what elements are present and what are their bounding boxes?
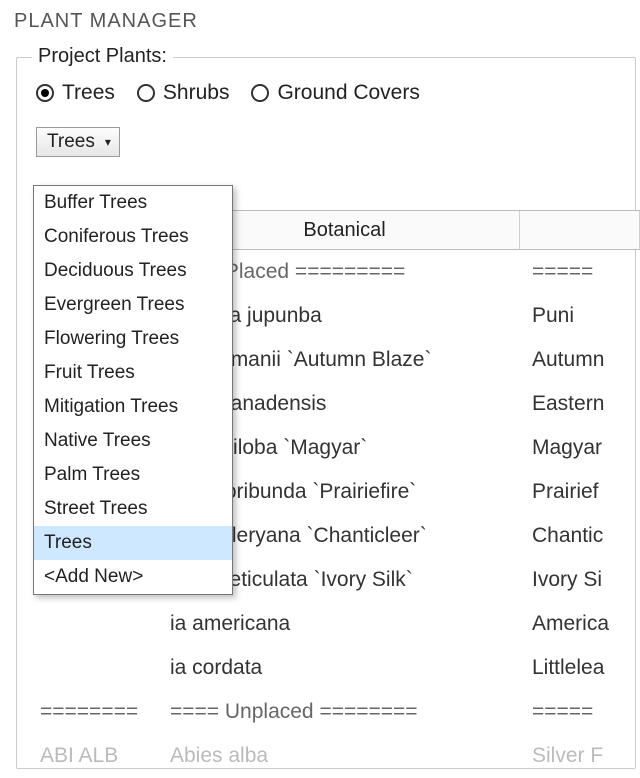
radio-icon [251,84,269,102]
table-header-common[interactable] [520,211,640,249]
radio-trees[interactable]: Trees [36,81,115,105]
cell-common: Chantic [520,524,640,548]
dropdown-item[interactable]: Mitigation Trees [34,390,232,424]
table-row[interactable]: ABI ALBAbies albaSilver F [34,734,640,778]
radio-icon-selected [36,84,54,102]
category-dropdown-button[interactable]: Trees ▾ [36,127,120,157]
cell-common: ===== [520,700,640,724]
dropdown-item[interactable]: <Add New> [34,560,232,594]
cell-common: Magyar [520,436,640,460]
category-dropdown-list[interactable]: Buffer TreesConiferous TreesDeciduous Tr… [33,185,233,595]
cell-common: Puni [520,304,640,328]
dropdown-item[interactable]: Native Trees [34,424,232,458]
dropdown-item[interactable]: Street Trees [34,492,232,526]
chevron-down-icon: ▾ [105,135,111,149]
cell-botanical: Abies alba [170,744,520,768]
dropdown-item[interactable]: Fruit Trees [34,356,232,390]
dropdown-item[interactable]: Trees [34,526,232,560]
cell-code: ======== [34,700,170,724]
table-row[interactable]: ia americanaAmerica [34,602,640,646]
dropdown-item[interactable]: Palm Trees [34,458,232,492]
dropdown-item[interactable]: Evergreen Trees [34,288,232,322]
cell-common: Eastern [520,392,640,416]
cell-common: ===== [520,260,640,284]
cell-botanical: ==== Unplaced ======== [170,700,520,724]
cell-common: Autumn [520,348,640,372]
cell-common: Silver F [520,744,640,768]
cell-botanical: ia cordata [170,656,520,680]
table-row[interactable]: ia cordataLittlelea [34,646,640,690]
dropdown-item[interactable]: Deciduous Trees [34,254,232,288]
radio-ground-covers-label: Ground Covers [277,81,419,105]
radio-ground-covers[interactable]: Ground Covers [251,81,419,105]
plant-type-radios: Trees Shrubs Ground Covers [32,63,624,105]
project-plants-group: Project Plants: Trees Shrubs Ground Cove… [16,45,636,169]
dropdown-button-label: Trees [47,131,95,153]
table-separator-row: ============ Unplaced ============= [34,690,640,734]
radio-icon [137,84,155,102]
dropdown-item[interactable]: Flowering Trees [34,322,232,356]
cell-botanical: ia americana [170,612,520,636]
window-title: PLANT MANAGER [0,0,640,39]
dropdown-item[interactable]: Coniferous Trees [34,220,232,254]
cell-common: America [520,612,640,636]
cell-common: Prairief [520,480,640,504]
cell-code: ABI ALB [34,744,170,768]
radio-shrubs[interactable]: Shrubs [137,81,230,105]
cell-common: Littlelea [520,656,640,680]
radio-shrubs-label: Shrubs [163,81,230,105]
radio-trees-label: Trees [62,81,115,105]
dropdown-item[interactable]: Buffer Trees [34,186,232,220]
cell-common: Ivory Si [520,568,640,592]
